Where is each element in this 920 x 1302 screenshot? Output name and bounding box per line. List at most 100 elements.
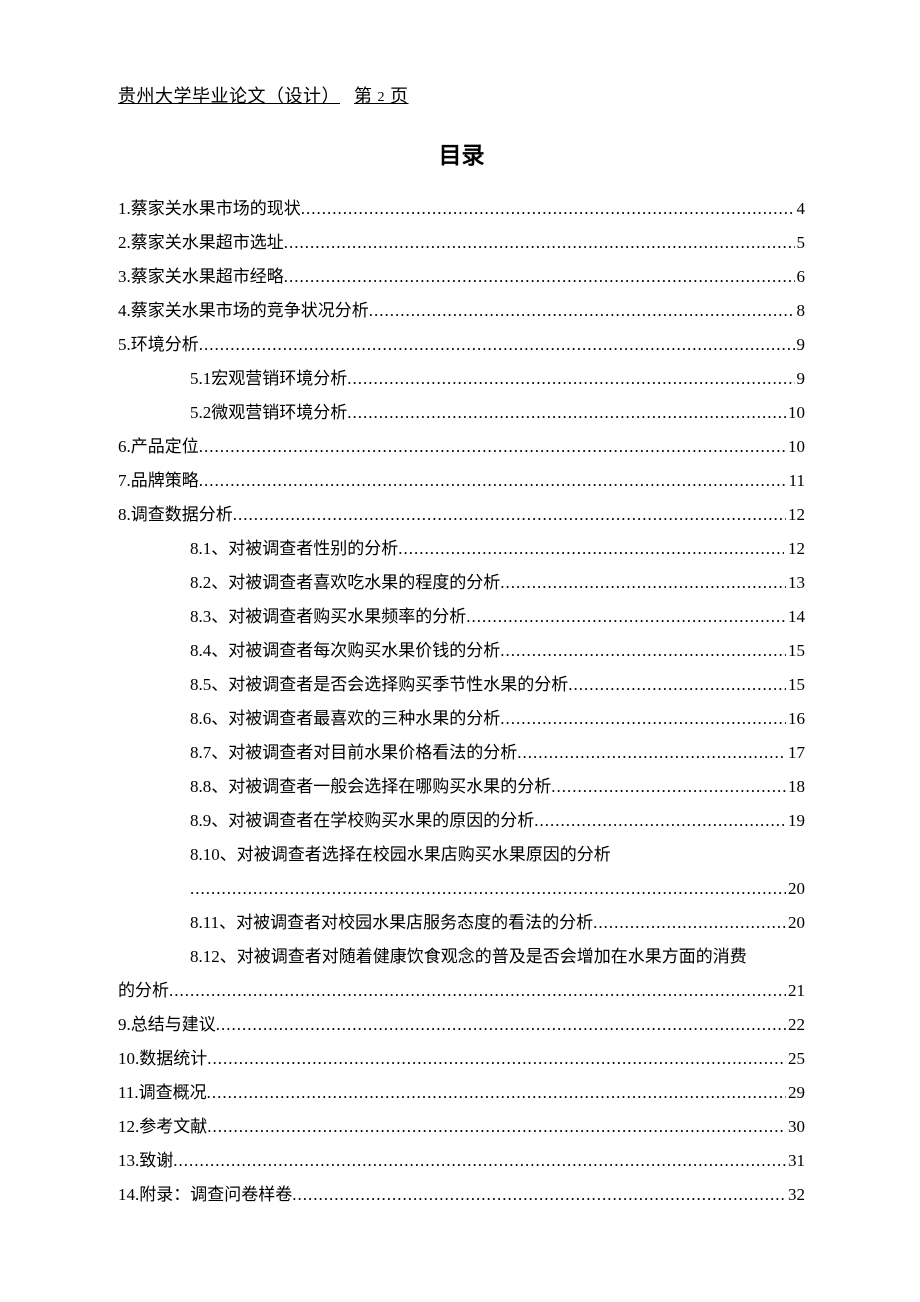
toc-entry-page: 16 bbox=[786, 702, 805, 736]
toc-leader-dots bbox=[301, 192, 795, 226]
toc-entry-page: 22 bbox=[786, 1008, 805, 1042]
toc-entry-label: 14.附录：调查问卷样卷 bbox=[118, 1178, 292, 1212]
toc-entry-page: 15 bbox=[786, 668, 805, 702]
toc-leader-dots bbox=[199, 430, 786, 464]
toc-entry: 20 bbox=[118, 872, 805, 906]
toc-entry-page: 19 bbox=[786, 804, 805, 838]
page-header: 贵州大学毕业论文（设计） 第 2 页 bbox=[118, 82, 805, 108]
toc-leader-dots bbox=[551, 770, 786, 804]
header-page-post: 页 bbox=[390, 86, 409, 106]
toc-entry: 9.总结与建议 22 bbox=[118, 1008, 805, 1042]
toc-entry-page: 17 bbox=[786, 736, 805, 770]
toc-leader-dots bbox=[500, 634, 786, 668]
toc-leader-dots bbox=[347, 362, 794, 396]
toc-entry-label: 9.总结与建议 bbox=[118, 1008, 216, 1042]
toc-entry-label: 8.调查数据分析 bbox=[118, 498, 233, 532]
toc-entry: 8.9、对被调查者在学校购买水果的原因的分析 19 bbox=[118, 804, 805, 838]
toc-entry-page: 25 bbox=[786, 1042, 805, 1076]
toc-entry-label: 8.9、对被调查者在学校购买水果的原因的分析 bbox=[190, 804, 534, 838]
toc-entry-label: 8.3、对被调查者购买水果频率的分析 bbox=[190, 600, 466, 634]
toc-entry-label: 8.8、对被调查者一般会选择在哪购买水果的分析 bbox=[190, 770, 551, 804]
page-container: 贵州大学毕业论文（设计）第 2 页 目录 1.蔡家关水果市场的现状42.蔡家关水… bbox=[0, 0, 920, 1272]
toc-leader-dots bbox=[284, 226, 795, 260]
toc-leader-dots bbox=[398, 532, 784, 566]
toc-entry-page: 12 bbox=[786, 498, 805, 532]
table-of-contents: 1.蔡家关水果市场的现状42.蔡家关水果超市选址53.蔡家关水果超市经略64.蔡… bbox=[118, 192, 805, 1212]
toc-leader-dots bbox=[534, 804, 786, 838]
toc-entry: 8.6、对被调查者最喜欢的三种水果的分析 16 bbox=[118, 702, 805, 736]
toc-entry-label: 8.1、对被调查者性别的分析 bbox=[190, 532, 398, 566]
toc-entry: 8.10、对被调查者选择在校园水果店购买水果原因的分析 bbox=[118, 838, 805, 872]
header-university: 贵州大学毕业论文（设计） bbox=[118, 86, 340, 106]
toc-entry: 2.蔡家关水果超市选址5 bbox=[118, 226, 805, 260]
toc-entry-page: 10 bbox=[786, 396, 805, 430]
toc-entry: 7.品牌策略11 bbox=[118, 464, 805, 498]
toc-leader-dots bbox=[284, 260, 795, 294]
toc-entry: 14.附录：调查问卷样卷32 bbox=[118, 1178, 805, 1212]
page-title: 目录 bbox=[118, 136, 805, 170]
toc-entry: 8.11、对被调查者对校园水果店服务态度的看法的分析20 bbox=[118, 906, 805, 940]
toc-leader-dots bbox=[593, 906, 786, 940]
toc-entry-label: 8.2、对被调查者喜欢吃水果的程度的分析 bbox=[190, 566, 500, 600]
toc-leader-dots bbox=[500, 566, 786, 600]
toc-entry-page: 6 bbox=[795, 260, 806, 294]
toc-entry-page: 12 bbox=[784, 532, 805, 566]
toc-entry: 8.1、对被调查者性别的分析 12 bbox=[118, 532, 805, 566]
toc-entry: 8.7、对被调查者对目前水果价格看法的分析17 bbox=[118, 736, 805, 770]
toc-entry: 8.调查数据分析 12 bbox=[118, 498, 805, 532]
toc-entry-page: 18 bbox=[786, 770, 805, 804]
toc-entry: 12.参考文献 30 bbox=[118, 1110, 805, 1144]
toc-entry-label: 8.6、对被调查者最喜欢的三种水果的分析 bbox=[190, 702, 500, 736]
toc-entry: 13.致谢31 bbox=[118, 1144, 805, 1178]
toc-entry-label: 3.蔡家关水果超市经略 bbox=[118, 260, 284, 294]
toc-entry: 8.2、对被调查者喜欢吃水果的程度的分析 13 bbox=[118, 566, 805, 600]
toc-entry-page: 9 bbox=[795, 362, 806, 396]
toc-entry-page: 14 bbox=[786, 600, 805, 634]
toc-leader-dots bbox=[369, 294, 795, 328]
toc-entry-label: 11.调查概况 bbox=[118, 1076, 207, 1110]
toc-entry-label: 10.数据统计 bbox=[118, 1042, 207, 1076]
toc-leader-dots bbox=[173, 1144, 786, 1178]
header-page-number: 2 bbox=[378, 90, 386, 105]
toc-entry: 的分析21 bbox=[118, 974, 805, 1008]
toc-entry-label: 5.2微观营销环境分析 bbox=[190, 396, 347, 430]
toc-leader-dots bbox=[568, 668, 786, 702]
toc-entry-label: 4.蔡家关水果市场的竞争状况分析 bbox=[118, 294, 369, 328]
toc-leader-dots bbox=[207, 1076, 786, 1110]
toc-entry: 5.环境分析 9 bbox=[118, 328, 805, 362]
toc-entry-label: 8.10、对被调查者选择在校园水果店购买水果原因的分析 bbox=[190, 838, 611, 872]
toc-leader-dots bbox=[216, 1008, 786, 1042]
toc-entry: 8.5、对被调查者是否会选择购买季节性水果的分析 15 bbox=[118, 668, 805, 702]
toc-entry-label: 8.4、对被调查者每次购买水果价钱的分析 bbox=[190, 634, 500, 668]
toc-entry-page: 31 bbox=[786, 1144, 805, 1178]
toc-entry-label: 2.蔡家关水果超市选址 bbox=[118, 226, 284, 260]
toc-entry: 5.2微观营销环境分析 10 bbox=[118, 396, 805, 430]
toc-entry-label: 8.5、对被调查者是否会选择购买季节性水果的分析 bbox=[190, 668, 568, 702]
toc-entry-page: 4 bbox=[795, 192, 806, 226]
toc-entry-page: 9 bbox=[795, 328, 806, 362]
toc-entry-label: 5.环境分析 bbox=[118, 328, 199, 362]
toc-entry-page: 30 bbox=[786, 1110, 805, 1144]
toc-leader-dots bbox=[169, 974, 786, 1008]
toc-leader-dots bbox=[207, 1042, 786, 1076]
toc-entry-page: 20 bbox=[786, 906, 805, 940]
toc-leader-dots bbox=[233, 498, 786, 532]
toc-entry: 4.蔡家关水果市场的竞争状况分析8 bbox=[118, 294, 805, 328]
toc-entry-label: 5.1宏观营销环境分析 bbox=[190, 362, 347, 396]
toc-leader-dots bbox=[466, 600, 786, 634]
toc-entry: 3.蔡家关水果超市经略 6 bbox=[118, 260, 805, 294]
toc-entry: 8.8、对被调查者一般会选择在哪购买水果的分析 18 bbox=[118, 770, 805, 804]
header-page-pre: 第 bbox=[354, 86, 373, 106]
toc-entry: 6.产品定位10 bbox=[118, 430, 805, 464]
toc-entry-label: 1.蔡家关水果市场的现状 bbox=[118, 192, 301, 226]
toc-entry: 8.4、对被调查者每次购买水果价钱的分析 15 bbox=[118, 634, 805, 668]
toc-entry-page: 21 bbox=[786, 974, 805, 1008]
toc-leader-dots bbox=[347, 396, 786, 430]
toc-entry-label: 12.参考文献 bbox=[118, 1110, 207, 1144]
toc-entry-page: 15 bbox=[786, 634, 805, 668]
toc-entry-page: 13 bbox=[786, 566, 805, 600]
toc-entry: 10.数据统计 25 bbox=[118, 1042, 805, 1076]
toc-entry: 5.1宏观营销环境分析 9 bbox=[118, 362, 805, 396]
toc-entry-label: 6.产品定位 bbox=[118, 430, 199, 464]
toc-leader-dots bbox=[500, 702, 786, 736]
